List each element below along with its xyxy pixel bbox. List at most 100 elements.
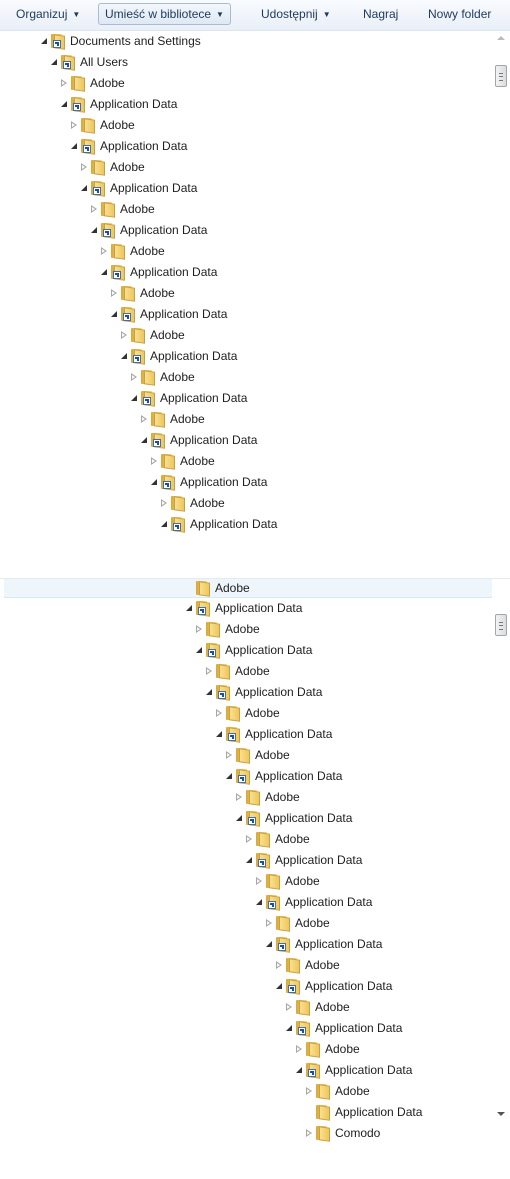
tree-item[interactable]: Application Data [0,1060,490,1081]
expanded-arrow-icon[interactable] [265,940,274,949]
expanded-arrow-icon[interactable] [205,688,214,697]
tree-item[interactable]: Adobe [0,619,490,640]
tree-item[interactable]: Application Data [0,766,490,787]
collapsed-arrow-icon[interactable] [90,205,99,214]
tree-item[interactable]: Application Data [0,94,490,115]
tree-item[interactable]: Application Data [0,304,490,325]
tree-item[interactable]: Application Data [0,430,490,451]
tree-item[interactable]: Adobe [0,115,490,136]
tree-item[interactable]: Adobe [0,73,490,94]
burn-button[interactable]: Nagraj [357,3,404,25]
collapsed-arrow-icon[interactable] [120,331,129,340]
expanded-arrow-icon[interactable] [140,436,149,445]
collapsed-arrow-icon[interactable] [70,121,79,130]
collapsed-arrow-icon[interactable] [245,835,254,844]
tree-item[interactable]: Adobe [0,1039,490,1060]
collapsed-arrow-icon[interactable] [160,499,169,508]
tree-item[interactable]: Adobe [0,493,490,514]
tree-item[interactable]: Application Data [0,640,490,661]
tree-item[interactable]: Adobe [0,451,490,472]
include-in-library-button[interactable]: Umieść w bibliotece ▼ [98,3,231,25]
vertical-scrollbar[interactable] [492,579,510,1179]
expanded-arrow-icon[interactable] [150,478,159,487]
collapsed-arrow-icon[interactable] [80,163,89,172]
tree-item[interactable]: All Users [0,52,490,73]
tree-item[interactable]: Application Data [0,388,490,409]
expanded-arrow-icon[interactable] [40,37,49,46]
collapsed-arrow-icon[interactable] [110,289,119,298]
tree-item[interactable]: Adobe [0,997,490,1018]
tree-item[interactable]: Application Data [0,262,490,283]
collapsed-arrow-icon[interactable] [140,415,149,424]
navigation-tree-pane[interactable]: Documents and Settings All Users Adobe Appl… [0,31,510,578]
collapsed-arrow-icon[interactable] [255,877,264,886]
tree-item[interactable]: Application Data [0,514,490,535]
tree-item[interactable]: Application Data [0,1102,490,1123]
expanded-arrow-icon[interactable] [110,310,119,319]
collapsed-arrow-icon[interactable] [205,667,214,676]
expanded-arrow-icon[interactable] [120,352,129,361]
tree-item[interactable]: Application Data [0,892,490,913]
tree-item[interactable]: Adobe [0,283,490,304]
tree-item[interactable]: Adobe [0,787,490,808]
collapsed-arrow-icon[interactable] [225,751,234,760]
collapsed-arrow-icon[interactable] [150,457,159,466]
tree-item[interactable]: Application Data [0,808,490,829]
expanded-arrow-icon[interactable] [100,268,109,277]
expanded-arrow-icon[interactable] [225,772,234,781]
expanded-arrow-icon[interactable] [185,604,194,613]
tree-item[interactable]: Adobe [4,579,494,598]
expanded-arrow-icon[interactable] [215,730,224,739]
tree-item[interactable]: Adobe [0,955,490,976]
tree-item[interactable]: Adobe [0,703,490,724]
tree-item[interactable]: Application Data [0,598,490,619]
tree-item[interactable]: Application Data [0,976,490,997]
expanded-arrow-icon[interactable] [275,982,284,991]
expanded-arrow-icon[interactable] [255,898,264,907]
tree-item[interactable]: Adobe [0,367,490,388]
collapsed-arrow-icon[interactable] [295,1045,304,1054]
collapsed-arrow-icon[interactable] [215,709,224,718]
tree-item[interactable]: Documents and Settings [0,31,490,52]
tree-item[interactable]: Application Data [0,724,490,745]
tree-item[interactable]: Adobe [0,829,490,850]
tree-item[interactable]: Application Data [0,1018,490,1039]
tree-item[interactable]: Adobe [0,745,490,766]
tree-item[interactable]: Application Data [0,178,490,199]
tree-item[interactable]: Comodo [0,1123,490,1144]
tree-item[interactable]: Application Data [0,220,490,241]
tree-item[interactable]: Adobe [0,199,490,220]
share-button[interactable]: Udostępnij ▼ [255,3,337,25]
expanded-arrow-icon[interactable] [50,58,59,67]
tree-item[interactable]: Application Data [0,346,490,367]
collapsed-arrow-icon[interactable] [60,79,69,88]
navigation-tree-pane-lower[interactable]: Adobe Application Data Adobe Application Da… [0,578,510,1179]
expanded-arrow-icon[interactable] [195,646,204,655]
tree-item[interactable]: Adobe [0,409,490,430]
expanded-arrow-icon[interactable] [70,142,79,151]
tree-item[interactable]: Adobe [0,241,490,262]
collapsed-arrow-icon[interactable] [195,625,204,634]
expanded-arrow-icon[interactable] [90,226,99,235]
expanded-arrow-icon[interactable] [80,184,89,193]
scroll-up-arrow-icon[interactable] [497,36,505,40]
collapsed-arrow-icon[interactable] [305,1129,314,1138]
tree-item[interactable]: Adobe [0,1081,490,1102]
tree-item[interactable]: Application Data [0,850,490,871]
expanded-arrow-icon[interactable] [130,394,139,403]
collapsed-arrow-icon[interactable] [285,1003,294,1012]
tree-item[interactable]: Adobe [0,871,490,892]
tree-item[interactable]: Application Data [0,136,490,157]
tree-item[interactable]: Application Data [0,472,490,493]
tree-item[interactable]: Application Data [0,934,490,955]
collapsed-arrow-icon[interactable] [235,793,244,802]
new-folder-button[interactable]: Nowy folder [422,3,497,25]
tree-item[interactable]: Adobe [0,661,490,682]
collapsed-arrow-icon[interactable] [305,1087,314,1096]
expanded-arrow-icon[interactable] [245,856,254,865]
expanded-arrow-icon[interactable] [60,100,69,109]
expanded-arrow-icon[interactable] [285,1024,294,1033]
tree-item[interactable]: Adobe [0,325,490,346]
tree-item[interactable]: Application Data [0,682,490,703]
scroll-down-arrow-icon[interactable] [497,1112,505,1116]
